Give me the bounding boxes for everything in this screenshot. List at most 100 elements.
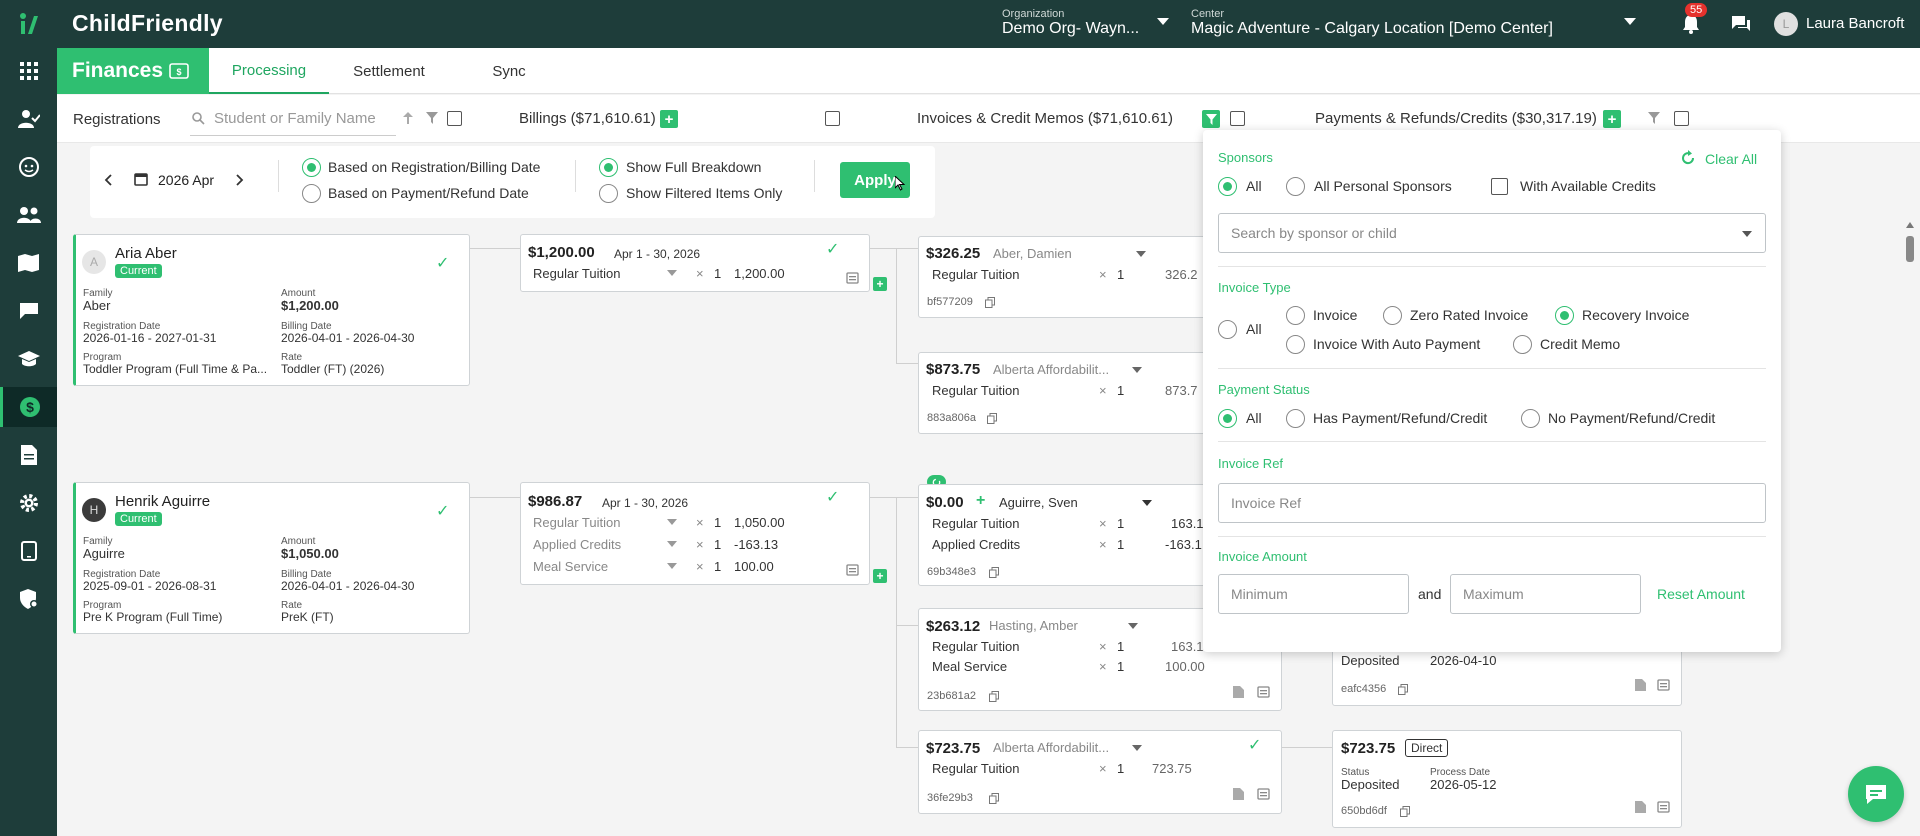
invoice-filter-icon[interactable]	[1202, 110, 1220, 128]
radio-type-invoice[interactable]	[1286, 306, 1305, 325]
radio-has-payment[interactable]	[1286, 409, 1305, 428]
radio-sponsor-all[interactable]	[1218, 177, 1237, 196]
graduation-cap-icon[interactable]	[0, 339, 57, 379]
registrations-checkbox[interactable]	[447, 111, 462, 126]
chevron-down-icon[interactable]	[1128, 623, 1138, 629]
calendar-icon[interactable]	[134, 172, 148, 186]
invoice-sponsor[interactable]: Aguirre, Sven	[999, 495, 1078, 510]
payment-ref[interactable]: eafc4356	[1341, 683, 1386, 695]
copy-icon[interactable]	[1398, 684, 1408, 695]
messages-icon[interactable]	[1731, 15, 1751, 33]
payment-card[interactable]: $723.75 Direct Status Deposited Process …	[1332, 730, 1682, 828]
tab-settlement[interactable]: Settlement	[329, 48, 449, 94]
radio-type-zero-rated[interactable]	[1383, 306, 1402, 325]
chat-fab-button[interactable]	[1848, 766, 1904, 822]
invoice-sponsor[interactable]: Aber, Damien	[993, 246, 1072, 261]
chevron-down-icon[interactable]	[1742, 231, 1752, 237]
app-logo-icon[interactable]	[18, 12, 40, 36]
organization-selector[interactable]: Organization Demo Org- Wayn...	[1002, 8, 1172, 42]
radio-filtered-items[interactable]	[599, 184, 618, 203]
shield-gear-icon[interactable]	[0, 579, 57, 619]
sort-arrow-icon[interactable]	[403, 112, 413, 124]
next-month-icon[interactable]	[236, 174, 244, 186]
radio-no-payment[interactable]	[1521, 409, 1540, 428]
invoice-sponsor[interactable]: Alberta Affordabilit...	[993, 740, 1109, 755]
invoice-ref-input[interactable]: Invoice Ref	[1218, 483, 1766, 523]
invoice-ref[interactable]: 883a806a	[927, 412, 976, 424]
vertical-scrollbar[interactable]	[1906, 222, 1914, 836]
dollar-icon[interactable]: $	[0, 387, 57, 427]
document-icon[interactable]	[1233, 788, 1244, 800]
add-payment-button[interactable]: +	[1603, 110, 1621, 128]
chevron-down-icon[interactable]	[1136, 251, 1146, 257]
maximum-amount-input[interactable]: Maximum	[1450, 574, 1641, 614]
billing-card[interactable]: $1,200.00 Apr 1 - 30, 2026 ✓ Regular Tui…	[520, 234, 870, 292]
user-check-icon[interactable]	[0, 99, 57, 139]
payment-ref[interactable]: 650bd6df	[1341, 805, 1387, 817]
add-billing-button[interactable]: +	[660, 110, 678, 128]
copy-icon[interactable]	[989, 793, 999, 804]
avatar[interactable]: L	[1774, 12, 1798, 36]
document-icon[interactable]	[1635, 679, 1646, 691]
reset-amount-button[interactable]: Reset Amount	[1657, 586, 1745, 602]
tab-sync[interactable]: Sync	[449, 48, 569, 94]
receipt-icon[interactable]	[1657, 679, 1670, 691]
copy-icon[interactable]	[1400, 806, 1410, 817]
map-book-icon[interactable]	[0, 243, 57, 283]
add-invoice-button[interactable]: +	[873, 569, 887, 583]
prev-month-icon[interactable]	[104, 174, 112, 186]
invoice-ref[interactable]: 69b348e3	[927, 566, 976, 578]
radio-type-credit-memo[interactable]	[1513, 335, 1532, 354]
user-name[interactable]: Laura Bancroft	[1806, 15, 1904, 32]
invoice-ref[interactable]: 23b681a2	[927, 690, 976, 702]
invoice-sponsor[interactable]: Hasting, Amber	[989, 618, 1078, 633]
radio-personal-sponsors[interactable]	[1286, 177, 1305, 196]
chevron-down-icon[interactable]	[667, 519, 677, 525]
refresh-icon[interactable]	[1680, 150, 1696, 166]
billings-checkbox[interactable]	[825, 111, 840, 126]
invoice-ref[interactable]: 36fe29b3	[927, 792, 973, 804]
apps-icon[interactable]	[0, 51, 57, 91]
scroll-up-arrow-icon[interactable]	[1906, 222, 1914, 228]
radio-type-recovery[interactable]	[1555, 306, 1574, 325]
radio-payment-all[interactable]	[1218, 409, 1237, 428]
center-selector[interactable]: Center Magic Adventure - Calgary Locatio…	[1191, 8, 1631, 42]
registration-card[interactable]: A Aria Aber Current ✓ Family Aber Amount…	[73, 234, 470, 386]
add-sponsor-icon[interactable]: +	[976, 492, 985, 510]
tablet-icon[interactable]	[0, 531, 57, 571]
radio-based-payment[interactable]	[302, 184, 321, 203]
receipt-icon[interactable]	[1657, 801, 1670, 813]
copy-icon[interactable]	[985, 297, 995, 308]
tab-processing[interactable]: Processing	[209, 48, 329, 94]
chevron-down-icon[interactable]	[1157, 18, 1169, 26]
receipt-icon[interactable]	[1257, 686, 1270, 698]
invoice-card[interactable]: $723.75 Alberta Affordabilit... ✓ Regula…	[918, 730, 1282, 814]
month-selector[interactable]: 2026 Apr	[158, 172, 214, 188]
available-credits-checkbox[interactable]	[1491, 178, 1508, 195]
copy-icon[interactable]	[987, 413, 997, 424]
document-icon[interactable]	[1233, 686, 1244, 698]
scrollbar-thumb[interactable]	[1906, 236, 1914, 262]
filter-icon[interactable]	[1648, 112, 1660, 124]
receipt-icon[interactable]	[846, 564, 859, 576]
document-icon[interactable]	[0, 435, 57, 475]
child-face-icon[interactable]	[0, 147, 57, 187]
sponsor-search-select[interactable]: Search by sponsor or child	[1218, 213, 1766, 253]
invoice-sponsor[interactable]: Alberta Affordabilit...	[993, 362, 1109, 377]
receipt-icon[interactable]	[846, 272, 859, 284]
chevron-down-icon[interactable]	[667, 270, 677, 276]
document-icon[interactable]	[1635, 801, 1646, 813]
payments-checkbox[interactable]	[1674, 111, 1689, 126]
chevron-down-icon[interactable]	[1624, 18, 1636, 26]
student-name[interactable]: Aria Aber	[115, 245, 177, 262]
bell-icon[interactable]	[1682, 14, 1700, 34]
minimum-amount-input[interactable]: Minimum	[1218, 574, 1409, 614]
chevron-down-icon[interactable]	[1132, 745, 1142, 751]
registration-card[interactable]: H Henrik Aguirre Current ✓ Family Aguirr…	[73, 482, 470, 634]
chat-icon[interactable]	[0, 291, 57, 331]
chevron-down-icon[interactable]	[1132, 367, 1142, 373]
student-search-input[interactable]: Student or Family Name	[190, 102, 396, 136]
copy-icon[interactable]	[989, 691, 999, 702]
radio-type-all[interactable]	[1218, 320, 1237, 339]
add-invoice-button[interactable]: +	[873, 277, 887, 291]
